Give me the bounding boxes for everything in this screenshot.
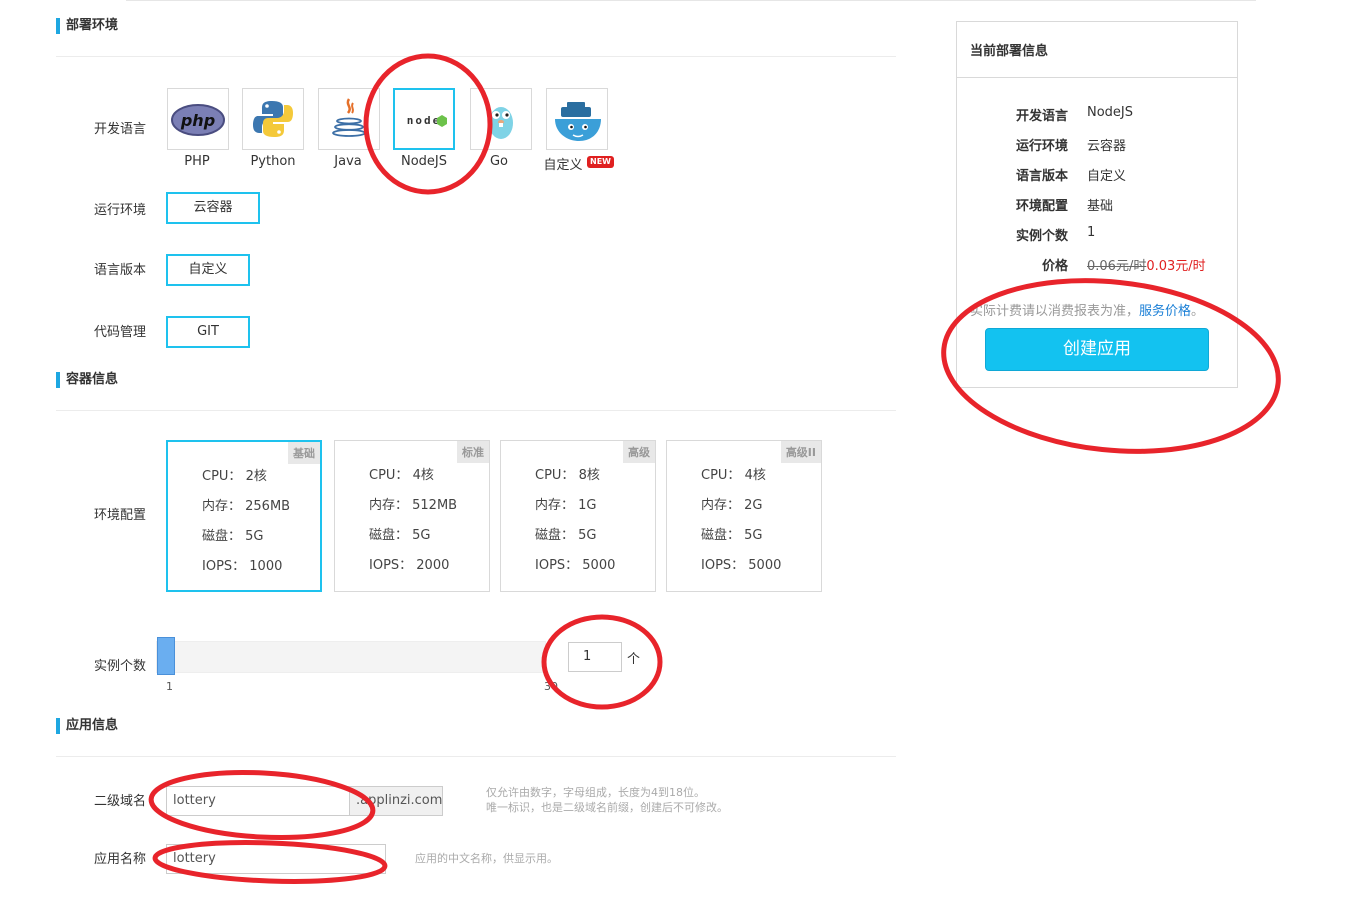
billing-notice-end: 。	[1191, 304, 1205, 319]
docker-whale-icon	[555, 102, 601, 141]
price-value: 0.06元/时0.03元/时	[1087, 255, 1206, 274]
summary-label: 实例个数	[1015, 229, 1068, 244]
language-tile-nodejs[interactable]: node	[393, 88, 455, 150]
nodejs-icon: node	[407, 114, 447, 127]
instance-slider-handle[interactable]	[157, 637, 175, 675]
price-discounted: 0.03元/时	[1146, 259, 1206, 274]
env-tag: 高级	[623, 441, 655, 463]
summary-value: 1	[1087, 225, 1096, 240]
env-tag: 基础	[288, 442, 320, 464]
env-tag: 标准	[457, 441, 489, 463]
summary-value: NodeJS	[1087, 105, 1134, 120]
env-disk: 磁盘： 5G	[701, 528, 763, 543]
service-price-link[interactable]: 服务价格	[1139, 304, 1191, 319]
env-iops: IOPS： 5000	[535, 558, 616, 573]
env-disk: 磁盘： 5G	[535, 528, 597, 543]
section-divider	[56, 56, 896, 57]
section-deploy-title: 部署环境	[56, 18, 118, 34]
env-cpu: CPU： 2核	[202, 469, 267, 484]
env-cpu: CPU： 4核	[701, 468, 766, 483]
subdomain-label: 二级域名	[93, 794, 146, 809]
price-label: 价格	[1041, 259, 1068, 274]
runtime-option-cloud-container[interactable]: 云容器	[166, 192, 260, 224]
env-card-advanced[interactable]: 高级 CPU： 8核 内存： 1G 磁盘： 5G IOPS： 5000	[500, 440, 656, 592]
language-name-php: PHP	[184, 154, 210, 169]
instance-unit: 个	[627, 652, 641, 667]
section-app-title: 应用信息	[56, 718, 118, 734]
section-container-title: 容器信息	[56, 372, 118, 388]
env-cpu: CPU： 8核	[535, 468, 600, 483]
code-management-label: 代码管理	[93, 325, 146, 340]
env-cpu: CPU： 4核	[369, 468, 434, 483]
price-original: 0.06元/时	[1087, 259, 1147, 274]
env-card-standard[interactable]: 标准 CPU： 4核 内存： 512MB 磁盘： 5G IOPS： 2000	[334, 440, 490, 592]
app-name-hint: 应用的中文名称，供显示用。	[415, 852, 558, 865]
language-tile-python[interactable]	[242, 88, 304, 150]
instance-count-input[interactable]: 1	[568, 642, 622, 672]
deploy-summary-title: 当前部署信息	[970, 44, 1049, 59]
go-gopher-icon	[489, 107, 513, 139]
language-name-nodejs: NodeJS	[400, 154, 447, 169]
new-badge: NEW	[587, 156, 614, 168]
create-app-button[interactable]: 创建应用	[985, 328, 1209, 371]
language-label: 开发语言	[93, 122, 146, 137]
env-iops: IOPS： 5000	[701, 558, 782, 573]
version-option-custom[interactable]: 自定义	[166, 254, 250, 286]
summary-value: 云容器	[1087, 139, 1127, 154]
language-name-java: Java	[334, 154, 362, 169]
billing-notice-text: 实际计费请以消费报表为准，	[970, 304, 1140, 319]
app-name-label: 应用名称	[93, 852, 146, 867]
env-iops: IOPS： 1000	[202, 559, 283, 574]
top-divider	[126, 0, 1256, 1]
language-tile-php[interactable]: php	[167, 88, 229, 150]
billing-notice: 实际计费请以消费报表为准，服务价格。	[970, 300, 1204, 319]
language-name-custom: 自定义	[543, 158, 583, 173]
code-option-git[interactable]: GIT	[166, 316, 250, 348]
env-memory: 内存： 2G	[701, 498, 763, 513]
instance-count-label: 实例个数	[93, 659, 146, 674]
env-iops: IOPS： 2000	[369, 558, 450, 573]
env-card-advanced-2[interactable]: 高级II CPU： 4核 内存： 2G 磁盘： 5G IOPS： 5000	[666, 440, 822, 592]
env-disk: 磁盘： 5G	[369, 528, 431, 543]
subdomain-input[interactable]: lottery	[166, 786, 350, 816]
php-icon: php	[171, 104, 225, 136]
env-tag: 高级II	[780, 441, 821, 463]
env-memory: 内存： 512MB	[369, 498, 458, 513]
language-tile-go[interactable]	[470, 88, 532, 150]
domain-suffix: .applinzi.com	[349, 786, 443, 816]
env-disk: 磁盘： 5G	[202, 529, 264, 544]
app-name-input[interactable]: lottery	[166, 844, 386, 874]
env-memory: 内存： 256MB	[202, 499, 291, 514]
language-name-python: Python	[250, 154, 296, 169]
java-icon	[332, 98, 366, 137]
summary-label: 开发语言	[1015, 109, 1068, 124]
summary-label: 运行环境	[1015, 139, 1068, 154]
svg-text:php: php	[180, 111, 215, 130]
nodejs-logo-text: node	[407, 114, 442, 127]
section-divider	[56, 756, 896, 757]
summary-value: 基础	[1087, 199, 1114, 214]
env-memory: 内存： 1G	[535, 498, 597, 513]
runtime-label: 运行环境	[93, 203, 146, 218]
env-card-basic[interactable]: 基础 CPU： 2核 内存： 256MB 磁盘： 5G IOPS： 1000	[166, 440, 322, 592]
summary-value: 自定义	[1087, 169, 1127, 184]
subdomain-hint-1: 仅允许由数字，字母组成，长度为4到18位。	[486, 786, 705, 799]
section-divider	[56, 410, 896, 411]
language-tile-java[interactable]	[318, 88, 380, 150]
subdomain-hint-2: 唯一标识，也是二级域名前缀，创建后不可修改。	[486, 801, 728, 814]
version-label: 语言版本	[93, 263, 146, 278]
slider-min-tick: 1	[166, 680, 173, 693]
env-config-label: 环境配置	[93, 508, 146, 523]
summary-label: 语言版本	[1015, 169, 1068, 184]
instance-slider-track[interactable]	[156, 641, 546, 673]
language-name-go: Go	[489, 154, 509, 169]
summary-label: 环境配置	[1015, 199, 1068, 214]
language-tile-custom[interactable]	[546, 88, 608, 150]
slider-max-tick: 30	[544, 680, 558, 693]
python-icon	[253, 101, 293, 137]
